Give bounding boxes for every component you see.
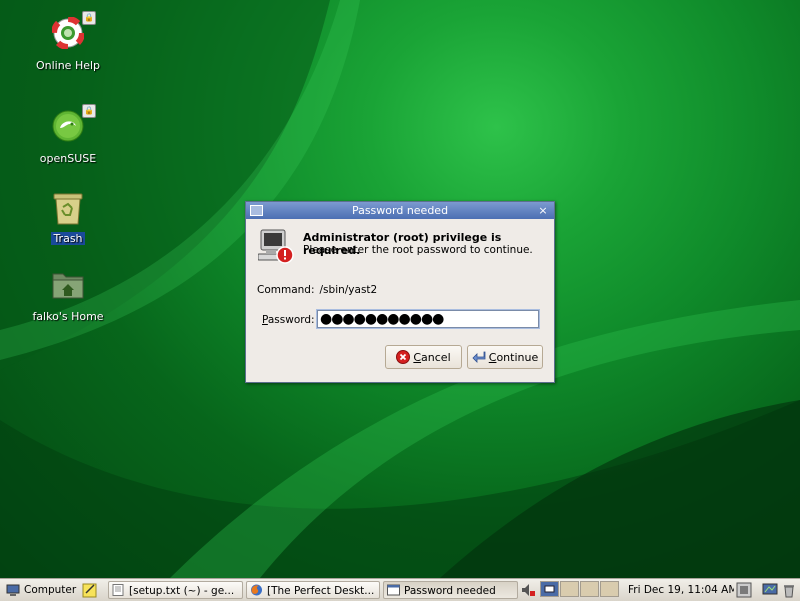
taskbar: Computer [setup.txt (~) - ge... [The Per… xyxy=(0,578,800,601)
network-monitor-icon xyxy=(762,583,778,595)
cancel-label: Cancel xyxy=(413,351,450,364)
command-row: Command: /sbin/yast2 xyxy=(257,284,377,296)
volume-control[interactable] xyxy=(520,581,538,599)
network-applet[interactable] xyxy=(762,581,780,599)
password-input[interactable] xyxy=(316,309,540,329)
desktop-icon-opensuse[interactable]: 🔒 openSUSE xyxy=(23,104,113,165)
trash-applet[interactable] xyxy=(782,581,798,599)
desktop-icon-label: Online Help xyxy=(35,59,101,72)
clock[interactable]: Fri Dec 19, 11:04 AM xyxy=(628,581,734,599)
command-value: /sbin/yast2 xyxy=(319,284,378,296)
command-label: Command: xyxy=(257,284,315,296)
taskbar-window-label: Password needed xyxy=(404,585,496,597)
clock-text: Fri Dec 19, 11:04 AM xyxy=(628,584,734,596)
workspace-4[interactable] xyxy=(600,581,619,597)
show-desktop-button[interactable] xyxy=(736,581,754,599)
desktop-background: 🔒 Online Help 🔒 openSUSE Trash falko's H… xyxy=(0,0,800,578)
dialog-title: Password needed xyxy=(351,204,449,217)
workspace-1[interactable] xyxy=(540,581,559,597)
desktop-icon-trash[interactable]: Trash xyxy=(23,190,113,245)
lock-icon: 🔒 xyxy=(82,104,96,118)
dialog-window-icon xyxy=(387,584,400,596)
lock-icon: 🔒 xyxy=(82,11,96,25)
computer-label: Computer xyxy=(24,584,77,596)
opensuse-logo-icon xyxy=(52,110,84,142)
workspace-3[interactable] xyxy=(580,581,599,597)
computer-menu-button[interactable]: Computer xyxy=(4,581,78,599)
workspace-2[interactable] xyxy=(560,581,579,597)
computer-warning-icon xyxy=(258,229,294,264)
desktop-icon-label: openSUSE xyxy=(39,152,97,165)
trash-applet-icon xyxy=(784,585,794,598)
desktop-icon-label: falko's Home xyxy=(32,310,104,323)
text-editor-icon xyxy=(112,584,124,596)
lifebuoy-icon xyxy=(51,16,85,50)
desktop-icon-label: Trash xyxy=(51,232,85,245)
password-label: Password: xyxy=(262,314,315,326)
dialog-titlebar[interactable]: Password needed × xyxy=(246,202,554,219)
cancel-mnemonic: C xyxy=(413,350,422,364)
close-button[interactable]: × xyxy=(536,202,550,219)
home-folder-icon xyxy=(52,273,84,299)
taskbar-window-browser[interactable]: [The Perfect Deskt... xyxy=(246,581,380,599)
password-dialog: Password needed × Administrator (root) p… xyxy=(245,201,555,383)
taskbar-window-label: [The Perfect Deskt... xyxy=(267,585,375,597)
password-label-text: assword: xyxy=(267,314,315,326)
desktop-icon-online-help[interactable]: 🔒 Online Help xyxy=(23,11,113,72)
taskbar-window-password-needed[interactable]: Password needed xyxy=(383,581,518,599)
notes-launcher[interactable] xyxy=(82,581,100,599)
cancel-label-text: ancel xyxy=(421,350,451,364)
continue-label-text: ontinue xyxy=(496,350,539,364)
taskbar-window-setup-txt[interactable]: [setup.txt (~) - ge... xyxy=(108,581,243,599)
dialog-subtext: Please enter the root password to contin… xyxy=(303,244,533,256)
window-menu-icon[interactable] xyxy=(250,205,263,216)
workspace-window-icon xyxy=(544,585,555,593)
volume-muted-icon xyxy=(522,584,535,596)
continue-label: Continue xyxy=(489,351,538,364)
taskbar-window-label: [setup.txt (~) - ge... xyxy=(129,585,235,597)
firefox-icon xyxy=(251,584,262,596)
cancel-icon xyxy=(396,350,411,364)
desktop-icon-home[interactable]: falko's Home xyxy=(23,268,113,323)
settings-applet-icon xyxy=(736,582,752,598)
cancel-button[interactable]: Cancel xyxy=(385,345,462,369)
trash-icon xyxy=(53,193,83,225)
notes-icon xyxy=(82,583,97,598)
continue-arrow-icon xyxy=(472,351,486,363)
continue-button[interactable]: Continue xyxy=(467,345,543,369)
computer-icon xyxy=(6,584,20,596)
